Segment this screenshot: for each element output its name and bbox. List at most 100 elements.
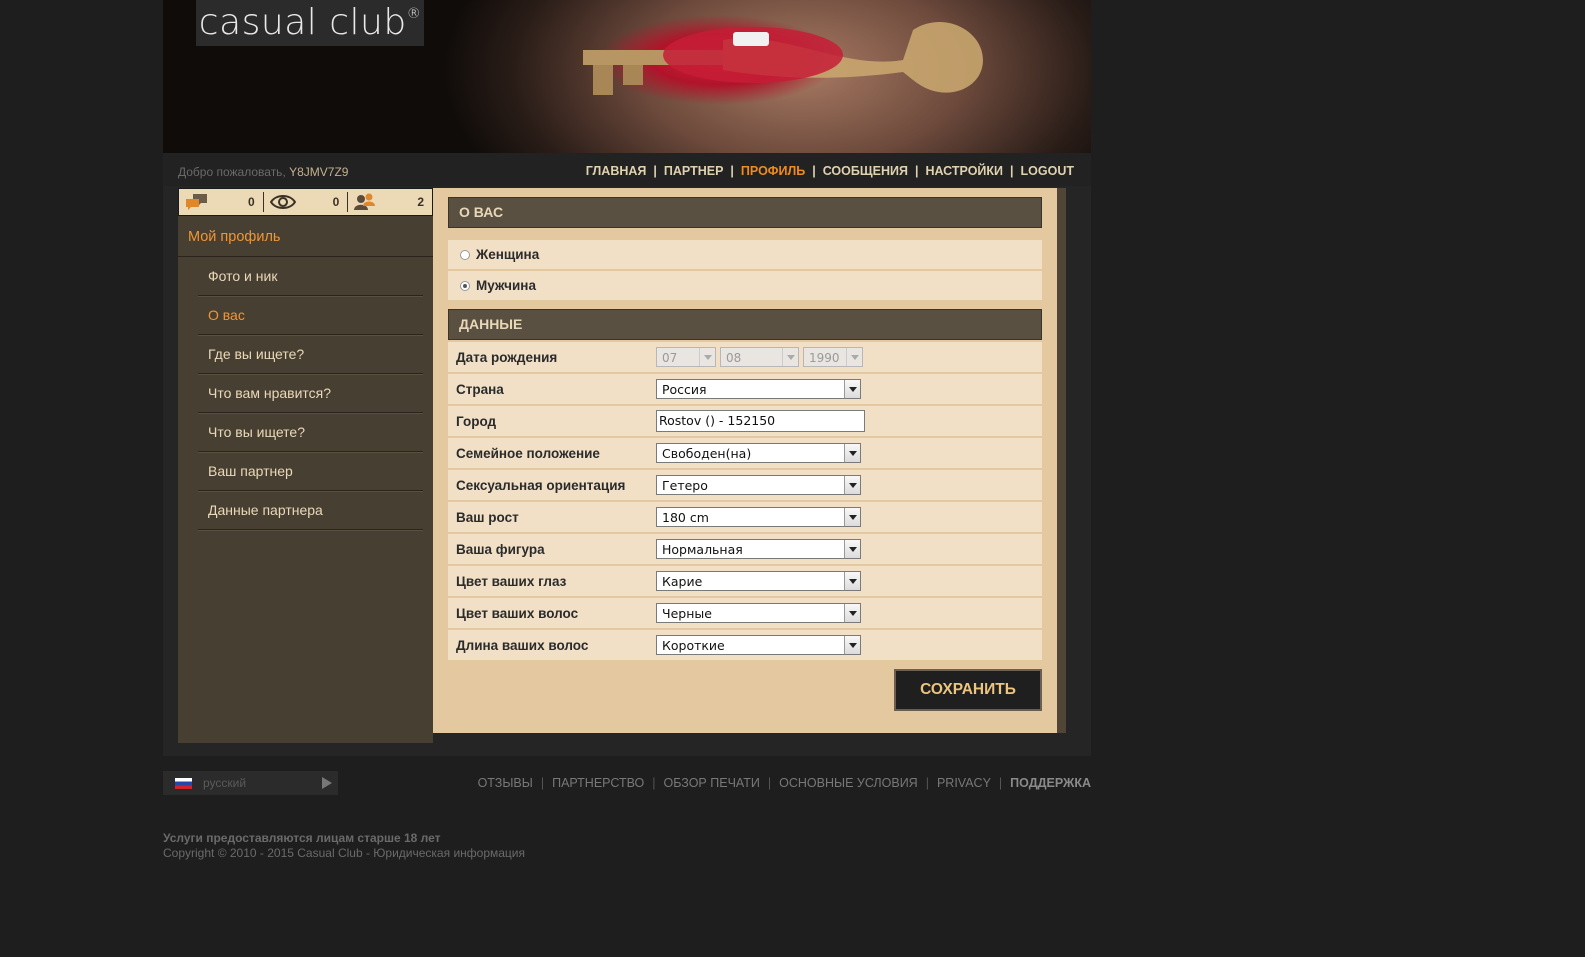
footer-link-terms[interactable]: ОСНОВНЫЕ УСЛОВИЯ — [779, 776, 918, 790]
logo-text: casual club — [198, 2, 407, 43]
sidebar-item-partner-data[interactable]: Данные партнера — [198, 492, 423, 530]
hair-color-select[interactable]: Черные — [656, 603, 861, 623]
contacts-count: 2 — [417, 195, 425, 209]
eyes-select[interactable]: Карие — [656, 571, 861, 591]
key-image — [583, 21, 983, 95]
save-button[interactable]: СОХРАНИТЬ — [894, 669, 1042, 711]
marital-label: Семейное положение — [456, 445, 600, 461]
footer-link-press[interactable]: ОБЗОР ПЕЧАТИ — [664, 776, 760, 790]
country-label: Страна — [456, 381, 504, 397]
orientation-label: Сексуальная ориентация — [456, 477, 626, 493]
gender-female-label: Женщина — [476, 247, 540, 262]
orientation-row: Сексуальная ориентация Гетеро — [448, 470, 1042, 500]
sidebar-item-where[interactable]: Где вы ищете? — [198, 336, 423, 374]
gender-female-radio[interactable] — [460, 249, 470, 260]
city-row: Город Rostov () - 152150 — [448, 406, 1042, 436]
stat-messages[interactable]: 0 — [179, 189, 263, 215]
contacts-icon — [354, 193, 376, 210]
sidebar-item-partner[interactable]: Ваш партнер — [198, 453, 423, 491]
birth-day-select[interactable]: 07 — [656, 347, 716, 367]
figure-row: Ваша фигура Нормальная — [448, 534, 1042, 564]
language-label: русский — [203, 776, 247, 790]
play-arrow-icon[interactable] — [322, 777, 332, 789]
nav-partner[interactable]: ПАРТНЕР — [664, 164, 724, 178]
chevron-down-icon — [844, 476, 860, 494]
main-area: 0 0 2 Мой профиль Фото и ник О вас Где в… — [163, 186, 1091, 756]
nav-messages[interactable]: СООБЩЕНИЯ — [823, 164, 908, 178]
chevron-down-icon — [844, 508, 860, 526]
sidebar-item-likes[interactable]: Что вам нравится? — [198, 375, 423, 413]
birthdate-label: Дата рождения — [456, 349, 558, 365]
footer: русский ОТЗЫВЫ | ПАРТНЕРСТВО | ОБЗОР ПЕЧАТ… — [163, 771, 1091, 801]
figure-select[interactable]: Нормальная — [656, 539, 861, 559]
chevron-down-icon — [844, 380, 860, 398]
views-count: 0 — [332, 195, 340, 209]
nav-profile[interactable]: ПРОФИЛЬ — [741, 164, 805, 178]
sidebar-menu: Фото и ник О вас Где вы ищете? Что вам н… — [198, 258, 423, 530]
marital-row: Семейное положение Свободен(на) — [448, 438, 1042, 468]
nav-home[interactable]: ГЛАВНАЯ — [586, 164, 647, 178]
hair-length-label: Длина ваших волос — [456, 637, 589, 653]
chevron-down-icon — [844, 572, 860, 590]
gender-male-label: Мужчина — [476, 278, 536, 293]
hair-length-select[interactable]: Короткие — [656, 635, 861, 655]
language-selector[interactable]: русский — [163, 771, 338, 795]
sidebar-title[interactable]: Мой профиль — [178, 216, 433, 257]
about-header: О ВАС — [448, 197, 1042, 228]
city-input[interactable]: Rostov () - 152150 — [656, 410, 865, 432]
birth-month-select[interactable]: 08 — [720, 347, 799, 367]
chevron-down-icon — [844, 604, 860, 622]
sidebar-item-seeking[interactable]: Что вы ищете? — [198, 414, 423, 452]
country-row: Страна Россия — [448, 374, 1042, 404]
eyes-label: Цвет ваших глаз — [456, 573, 567, 589]
stat-views[interactable]: 0 — [262, 192, 348, 212]
nav-settings[interactable]: НАСТРОЙКИ — [925, 164, 1003, 178]
sidebar: 0 0 2 Мой профиль Фото и ник О вас Где в… — [178, 188, 433, 743]
footer-link-privacy[interactable]: PRIVACY — [937, 776, 991, 790]
russia-flag-icon — [175, 777, 192, 789]
eye-icon — [269, 195, 296, 209]
sidebar-item-about[interactable]: О вас — [198, 297, 423, 335]
birth-year-select[interactable]: 1990 — [803, 347, 863, 367]
logo-registered-mark: ® — [406, 6, 422, 22]
sidebar-item-photo[interactable]: Фото и ник — [198, 258, 423, 296]
gender-male-row[interactable]: Мужчина — [448, 271, 1042, 300]
messages-icon — [186, 194, 207, 210]
height-row: Ваш рост 180 cm — [448, 502, 1042, 532]
chevron-down-icon — [844, 540, 860, 558]
profile-content: О ВАС Женщина Мужчина ДАННЫЕ Дата рожден… — [433, 188, 1066, 733]
stats-bar: 0 0 2 — [178, 188, 433, 216]
birthdate-row: Дата рождения 07 08 1990 — [448, 342, 1042, 372]
welcome-label: Добро пожаловать, — [178, 165, 286, 179]
username[interactable]: Y8JMV7Z9 — [289, 165, 348, 179]
country-select[interactable]: Россия — [656, 379, 861, 399]
messages-count: 0 — [247, 195, 255, 209]
logo[interactable]: casual club® — [196, 0, 424, 46]
nav-logout[interactable]: LOGOUT — [1021, 164, 1074, 178]
chevron-down-icon — [844, 444, 860, 462]
city-label: Город — [456, 413, 497, 429]
legal-info: Услуги предоставляются лицам старше 18 л… — [163, 831, 1091, 861]
stat-contacts[interactable]: 2 — [347, 192, 432, 212]
hair-color-label: Цвет ваших волос — [456, 605, 579, 621]
top-bar: Добро пожаловать, Y8JMV7Z9 ГЛАВНАЯ | ПАРТ… — [163, 153, 1091, 186]
main-nav: ГЛАВНАЯ | ПАРТНЕР | ПРОФИЛЬ | СООБЩЕНИЯ | НА… — [585, 164, 1074, 178]
footer-links: ОТЗЫВЫ | ПАРТНЕРСТВО | ОБЗОР ПЕЧАТИ | ОСНОВ… — [477, 776, 1091, 790]
footer-link-reviews[interactable]: ОТЗЫВЫ — [478, 776, 533, 790]
chevron-down-icon — [844, 636, 860, 654]
figure-label: Ваша фигура — [456, 541, 545, 557]
header-banner: casual club® — [163, 0, 1091, 153]
marital-select[interactable]: Свободен(на) — [656, 443, 861, 463]
height-label: Ваш рост — [456, 509, 519, 525]
footer-link-partnership[interactable]: ПАРТНЕРСТВО — [552, 776, 644, 790]
hair-color-row: Цвет ваших волос Черные — [448, 598, 1042, 628]
orientation-select[interactable]: Гетеро — [656, 475, 861, 495]
data-header: ДАННЫЕ — [448, 309, 1042, 340]
height-select[interactable]: 180 cm — [656, 507, 861, 527]
site-container: casual club® Добро пожаловать, Y8JMV7Z9 … — [163, 0, 1091, 861]
gender-female-row[interactable]: Женщина — [448, 240, 1042, 269]
footer-link-support[interactable]: ПОДДЕРЖКА — [1010, 776, 1091, 790]
age-notice: Услуги предоставляются лицам старше 18 л… — [163, 831, 441, 845]
copyright[interactable]: Copyright © 2010 - 2015 Casual Club - Юр… — [163, 846, 1091, 861]
gender-male-radio[interactable] — [460, 280, 470, 291]
